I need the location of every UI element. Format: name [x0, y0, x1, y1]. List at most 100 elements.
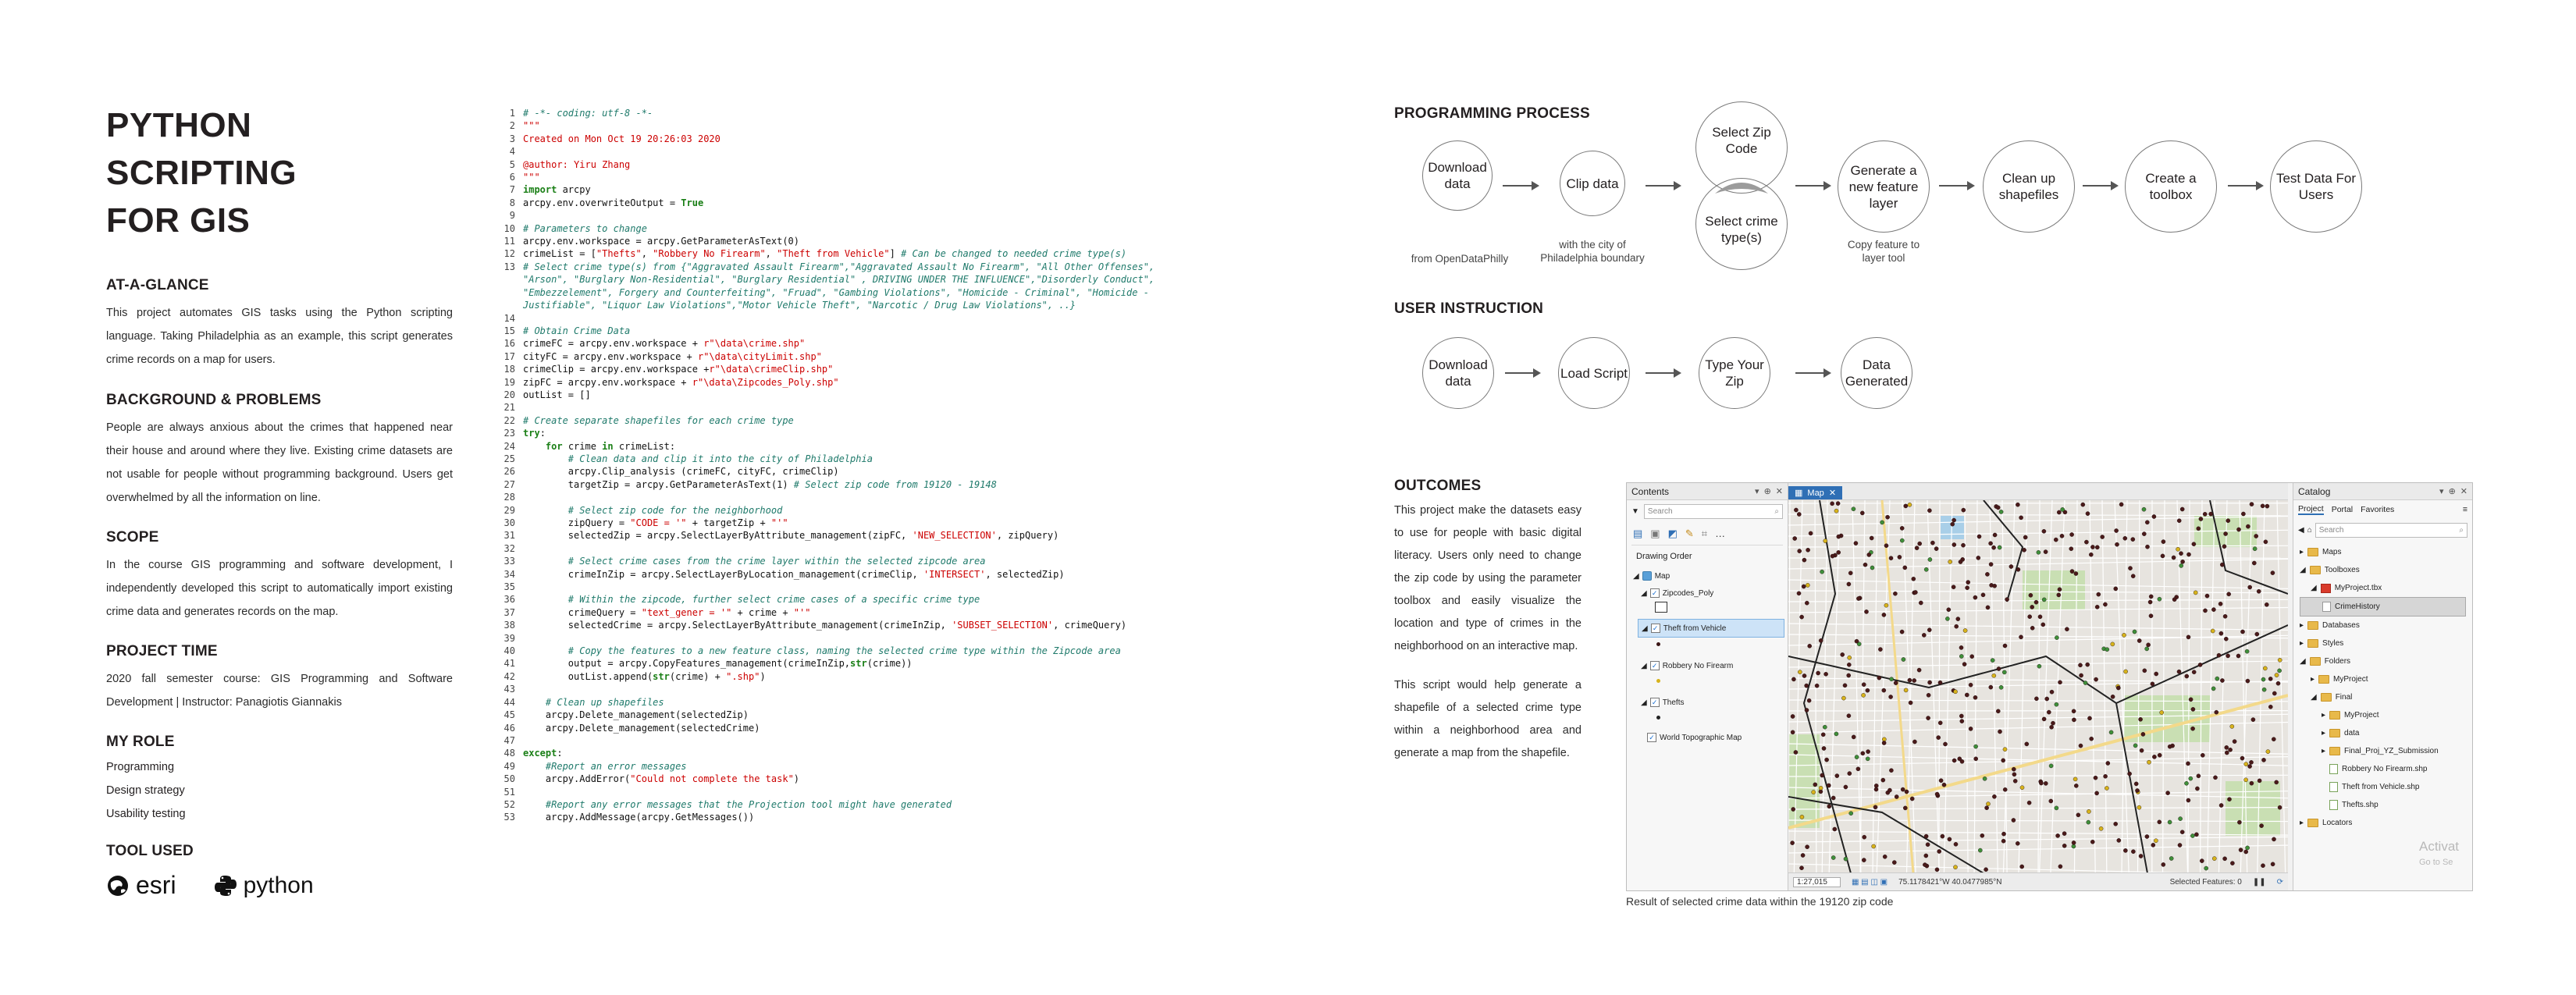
catalog-item-maps[interactable]: ▸ Maps: [2300, 543, 2466, 561]
crime-point: [2073, 571, 2079, 576]
crime-point: [2127, 771, 2132, 776]
close-icon[interactable]: ✕: [1776, 486, 1783, 496]
crime-point: [1969, 654, 1974, 659]
code-token: #Report any error messages that the Proj…: [545, 798, 952, 810]
collapse-icon[interactable]: ◢: [1633, 572, 1639, 581]
collapse-icon[interactable]: ◢: [1641, 589, 1647, 598]
catalog-search-input[interactable]: Search ⌕: [2314, 523, 2467, 538]
visibility-checkbox[interactable]: ✓: [1647, 733, 1656, 742]
tab-portal[interactable]: Portal: [2332, 505, 2353, 514]
list-by-source-icon[interactable]: ▣: [1650, 528, 1660, 540]
layer-thefts[interactable]: ◢ ✓ Thefts: [1627, 694, 1788, 711]
view-tools-icon[interactable]: ▦ ▤ ◫ ▣: [1852, 878, 1888, 887]
role-item: Usability testing: [106, 808, 186, 820]
search-placeholder: Search: [2318, 526, 2344, 535]
scale-dropdown[interactable]: 1:27,015: [1793, 876, 1841, 887]
code-token: 'NEW_SELECTION': [912, 530, 997, 542]
catalog-item-data[interactable]: ▸ data: [2300, 724, 2466, 742]
catalog-item-databases[interactable]: ▸ Databases: [2300, 617, 2466, 634]
line-number: 33: [503, 556, 515, 567]
catalog-item-myproject[interactable]: ▸ MyProject: [2300, 670, 2466, 688]
crime-point: [1962, 662, 1967, 666]
home-icon[interactable]: ⌂: [2307, 526, 2312, 535]
catalog-item-tbx[interactable]: ◢ MyProject.tbx: [2300, 579, 2466, 597]
visibility-checkbox[interactable]: ✓: [1649, 698, 1660, 707]
catalog-item-final[interactable]: ◢ Final: [2300, 688, 2466, 706]
catalog-item-styles[interactable]: ▸ Styles: [2300, 634, 2466, 652]
crime-point: [2001, 831, 2006, 837]
pin-icon[interactable]: ⊕: [1764, 486, 1771, 496]
collapse-icon[interactable]: ◢: [1642, 624, 1648, 633]
map-tab[interactable]: ▦ Map ✕: [1788, 486, 1843, 499]
close-icon[interactable]: ✕: [1829, 488, 1836, 498]
crime-point: [1900, 787, 1905, 792]
catalog-item-locators[interactable]: ▸ Locators: [2300, 814, 2466, 832]
pause-icon[interactable]: ❚❚: [2253, 878, 2266, 887]
list-by-selection-icon[interactable]: ◩: [1668, 528, 1678, 540]
visibility-checkbox[interactable]: ✓: [1649, 661, 1660, 670]
layer-basemap[interactable]: ✓ World Topographic Map: [1627, 729, 1788, 746]
catalog-item-submission[interactable]: ▸ Final_Proj_YZ_Submission: [2300, 742, 2466, 760]
collapse-icon[interactable]: ◢: [1641, 662, 1647, 670]
crime-point: [2001, 838, 2006, 844]
tab-favorites[interactable]: Favorites: [2361, 505, 2394, 514]
crime-point: [2037, 614, 2043, 620]
crime-point: [1918, 600, 1923, 606]
pin-icon[interactable]: ⊕: [2449, 486, 2456, 496]
crime-point: [2167, 744, 2172, 749]
menu-icon[interactable]: ≡: [2463, 505, 2467, 514]
layer-map[interactable]: ◢ Map: [1627, 567, 1788, 585]
crime-point: [2090, 839, 2095, 844]
tab-project[interactable]: Project: [2298, 504, 2324, 515]
list-by-drawing-order-icon[interactable]: ▤: [1633, 528, 1642, 540]
esri-logo: esri: [106, 871, 176, 900]
more-icon[interactable]: …: [1715, 528, 1725, 540]
crime-point: [2230, 861, 2235, 865]
dropdown-icon[interactable]: ▾: [1755, 486, 1759, 496]
map-view[interactable]: [1788, 500, 2288, 873]
crime-point: [2144, 646, 2150, 652]
crime-point: [2133, 781, 2139, 787]
crime-point: [1936, 735, 1941, 740]
layer-theft-from-vehicle[interactable]: ◢ ✓ Theft from Vehicle: [1638, 619, 1784, 638]
code-token: str: [850, 658, 867, 670]
dropdown-icon[interactable]: ▾: [2439, 486, 2444, 496]
line-number: 39: [503, 632, 515, 644]
crime-point: [2179, 563, 2184, 568]
visibility-checkbox[interactable]: ✓: [1649, 588, 1660, 598]
esri-wordmark: esri: [136, 871, 176, 899]
crime-point: [2011, 766, 2016, 772]
catalog-item-robbery-shp[interactable]: Robbery No Firearm.shp: [2300, 760, 2466, 778]
contents-search-input[interactable]: Search ⌕: [1643, 504, 1783, 519]
catalog-item-folders[interactable]: ◢ Folders: [2300, 652, 2466, 670]
visibility-checkbox[interactable]: ✓: [1650, 624, 1660, 633]
layer-robbery-no-firearm[interactable]: ◢ ✓ Robbery No Firearm: [1627, 657, 1788, 674]
list-by-snapping-icon[interactable]: ⌗: [1702, 528, 1707, 540]
crime-point: [2073, 784, 2079, 788]
section-heading: PROJECT TIME: [106, 643, 218, 659]
back-icon[interactable]: ◀: [2298, 526, 2304, 535]
crime-point: [1811, 790, 1816, 794]
crime-point: [2184, 780, 2189, 786]
crime-point: [2210, 628, 2215, 634]
crime-point: [1995, 709, 2001, 714]
catalog-item-thefts-shp[interactable]: Thefts.shp: [2300, 796, 2466, 814]
crime-point: [2208, 511, 2214, 517]
catalog-item-toolboxes[interactable]: ◢ Toolboxes: [2300, 561, 2466, 579]
list-by-editing-icon[interactable]: ✎: [1685, 528, 1694, 540]
refresh-icon[interactable]: ⟳: [2277, 878, 2283, 887]
crime-point: [2048, 798, 2054, 804]
catalog-item-crimehistory[interactable]: CrimeHistory: [2300, 597, 2466, 617]
code-token: 'SUBSET_SELECTION': [952, 620, 1054, 631]
catalog-item-theft-vehicle-shp[interactable]: Theft from Vehicle.shp: [2300, 778, 2466, 796]
filter-icon[interactable]: ▼: [1627, 507, 1639, 516]
crime-map[interactable]: [1788, 500, 2288, 873]
code-line: 50 arcpy.AddError("Could not complete th…: [493, 773, 1188, 785]
crime-point: [2194, 832, 2199, 837]
layer-zipcodes[interactable]: ◢ ✓ Zipcodes_Poly: [1627, 585, 1788, 602]
line-number: 46: [503, 722, 515, 734]
catalog-item-myproject-sub[interactable]: ▸ MyProject: [2300, 706, 2466, 724]
collapse-icon[interactable]: ◢: [1641, 698, 1647, 707]
close-icon[interactable]: ✕: [2460, 486, 2467, 496]
